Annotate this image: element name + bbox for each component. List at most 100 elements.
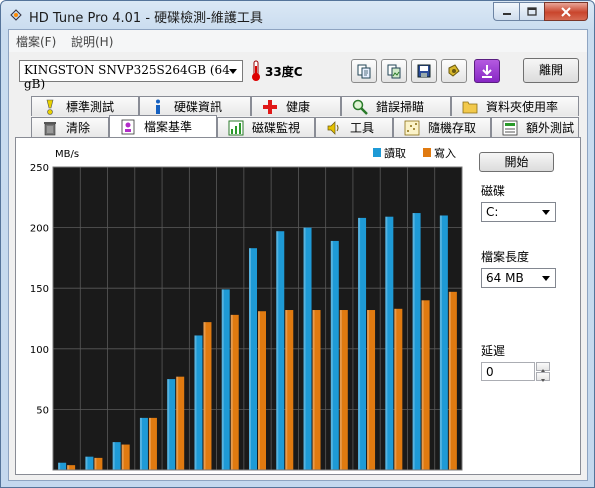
- title-bar[interactable]: HD Tune Pro 4.01 - 硬碟檢測-維護工具: [1, 1, 594, 29]
- tab-disk-monitor[interactable]: 磁碟監視: [217, 117, 315, 137]
- bar-highlight: [421, 300, 424, 470]
- benchmark-chart: 50100150200250MB/s讀取寫入0.5124816326412825…: [30, 146, 463, 471]
- random-access-icon: [404, 120, 420, 136]
- maximize-button[interactable]: [519, 2, 544, 21]
- bar-highlight: [58, 462, 61, 470]
- tab-tools-label: 工具: [350, 121, 375, 135]
- bar-highlight: [358, 217, 361, 470]
- delay-spin-down[interactable]: [536, 372, 550, 382]
- minimize-button[interactable]: [493, 2, 519, 21]
- bar-highlight: [367, 310, 370, 470]
- disk-select[interactable]: C:: [481, 202, 556, 222]
- y-tick-label: 50: [36, 405, 49, 416]
- toolbar: KINGSTON SNVP325S264GB (64 gB) 33度C 離開: [9, 52, 587, 91]
- copy-text-button[interactable]: [351, 59, 377, 83]
- thermometer-icon: [252, 60, 260, 81]
- disk-select-value: C:: [486, 205, 499, 219]
- y-tick-label: 250: [30, 163, 49, 174]
- bar-highlight: [176, 376, 179, 470]
- bar-highlight: [148, 417, 151, 470]
- tab-benchmark[interactable]: 標準測試: [31, 96, 139, 116]
- download-icon: [482, 65, 492, 78]
- download-button[interactable]: [474, 59, 500, 83]
- legend-label: 寫入: [434, 146, 456, 160]
- chevron-down-icon: [229, 69, 237, 74]
- tab-file-benchmark[interactable]: 檔案基準: [109, 115, 217, 137]
- bar-highlight: [167, 379, 170, 470]
- delay-input[interactable]: 0: [481, 362, 535, 381]
- spin-down-icon: [541, 379, 545, 382]
- temperature-readout: 33度C: [265, 65, 303, 79]
- tab-extra-tests[interactable]: 額外測試: [491, 117, 579, 137]
- hd-tune-icon: [10, 9, 22, 21]
- magnifier-icon: [352, 99, 368, 115]
- menu-file[interactable]: 檔案(F): [16, 33, 56, 50]
- tab-folder-usage[interactable]: 資料夾使用率: [451, 96, 579, 116]
- menu-help[interactable]: 說明(H): [71, 33, 113, 50]
- bar-highlight: [94, 457, 97, 470]
- bar-highlight: [249, 248, 251, 470]
- tab-file-benchmark-label: 檔案基準: [144, 120, 193, 134]
- bar-highlight: [385, 216, 388, 470]
- file-benchmark-icon: [120, 119, 136, 135]
- y-tick-label: 200: [30, 224, 49, 235]
- file-length-label: 檔案長度: [481, 250, 530, 264]
- folder-icon: [462, 99, 478, 115]
- tab-tools[interactable]: 工具: [315, 117, 393, 137]
- file-benchmark-panel: 50100150200250MB/s讀取寫入0.5124816326412825…: [15, 137, 581, 475]
- tab-error-scan[interactable]: 錯誤掃瞄: [341, 96, 451, 116]
- bar-highlight: [221, 289, 224, 470]
- bar-highlight: [258, 311, 260, 470]
- drive-select[interactable]: KINGSTON SNVP325S264GB (64 gB): [19, 60, 243, 91]
- y-tick-label: 150: [30, 284, 49, 295]
- close-button[interactable]: [544, 2, 588, 21]
- tab-error-scan-label: 錯誤掃瞄: [376, 100, 425, 114]
- bar-highlight: [203, 322, 206, 470]
- bar-highlight: [112, 442, 115, 470]
- maximize-icon: [527, 7, 537, 16]
- tab-random-access[interactable]: 隨機存取: [393, 117, 491, 137]
- tab-info[interactable]: 硬碟資訊: [139, 96, 251, 116]
- bar-highlight: [330, 240, 333, 470]
- copy-screenshot-button[interactable]: [381, 59, 407, 83]
- y-tick-label: 100: [30, 345, 49, 356]
- chevron-down-icon: [542, 210, 550, 215]
- info-icon: [150, 99, 166, 115]
- trash-icon: [42, 120, 58, 136]
- app-window: HD Tune Pro 4.01 - 硬碟檢測-維護工具 檔案(F) 說明(H)…: [0, 0, 595, 488]
- bar-highlight: [276, 231, 279, 470]
- tab-health-label: 健康: [286, 100, 311, 114]
- tab-extra-tests-label: 額外測試: [526, 121, 575, 135]
- bar-highlight: [285, 310, 288, 470]
- disk-label: 磁碟: [481, 184, 506, 198]
- menu-bar: 檔案(F) 說明(H): [9, 30, 587, 52]
- monitor-chart-icon: [228, 120, 244, 136]
- exit-button[interactable]: 離開: [523, 58, 579, 83]
- legend-swatch: [423, 148, 431, 157]
- bar-highlight: [448, 291, 451, 470]
- tab-health[interactable]: 健康: [251, 96, 341, 116]
- health-cross-icon: [262, 99, 278, 115]
- bar-highlight: [121, 444, 124, 470]
- chevron-down-icon: [542, 276, 550, 281]
- options-button[interactable]: [441, 59, 467, 83]
- save-button[interactable]: [411, 59, 437, 83]
- file-length-value: 64 MB: [486, 271, 524, 285]
- tab-erase[interactable]: 清除: [31, 117, 109, 137]
- tab-strip: 標準測試 硬碟資訊 健康 錯誤掃瞄 資料夾使用率 清除 檔案基準 磁碟監視 工具…: [15, 94, 581, 138]
- delay-spin-up[interactable]: [536, 362, 550, 372]
- benchmark-icon: [42, 99, 58, 115]
- start-button[interactable]: 開始: [479, 152, 554, 172]
- tab-random-access-label: 隨機存取: [428, 121, 477, 135]
- tab-info-label: 硬碟資訊: [174, 100, 223, 114]
- bar-highlight: [312, 310, 315, 470]
- file-length-select[interactable]: 64 MB: [481, 268, 556, 288]
- options-icon: [448, 64, 460, 77]
- tab-folder-usage-label: 資料夾使用率: [486, 100, 559, 114]
- y-axis-label: MB/s: [55, 149, 79, 160]
- bar-highlight: [394, 308, 397, 470]
- bar-highlight: [85, 456, 88, 470]
- bar-highlight: [303, 227, 306, 470]
- client-area: 檔案(F) 說明(H) KINGSTON SNVP325S264GB (64 g…: [8, 29, 588, 481]
- drive-select-value: KINGSTON SNVP325S264GB (64 gB): [24, 63, 230, 91]
